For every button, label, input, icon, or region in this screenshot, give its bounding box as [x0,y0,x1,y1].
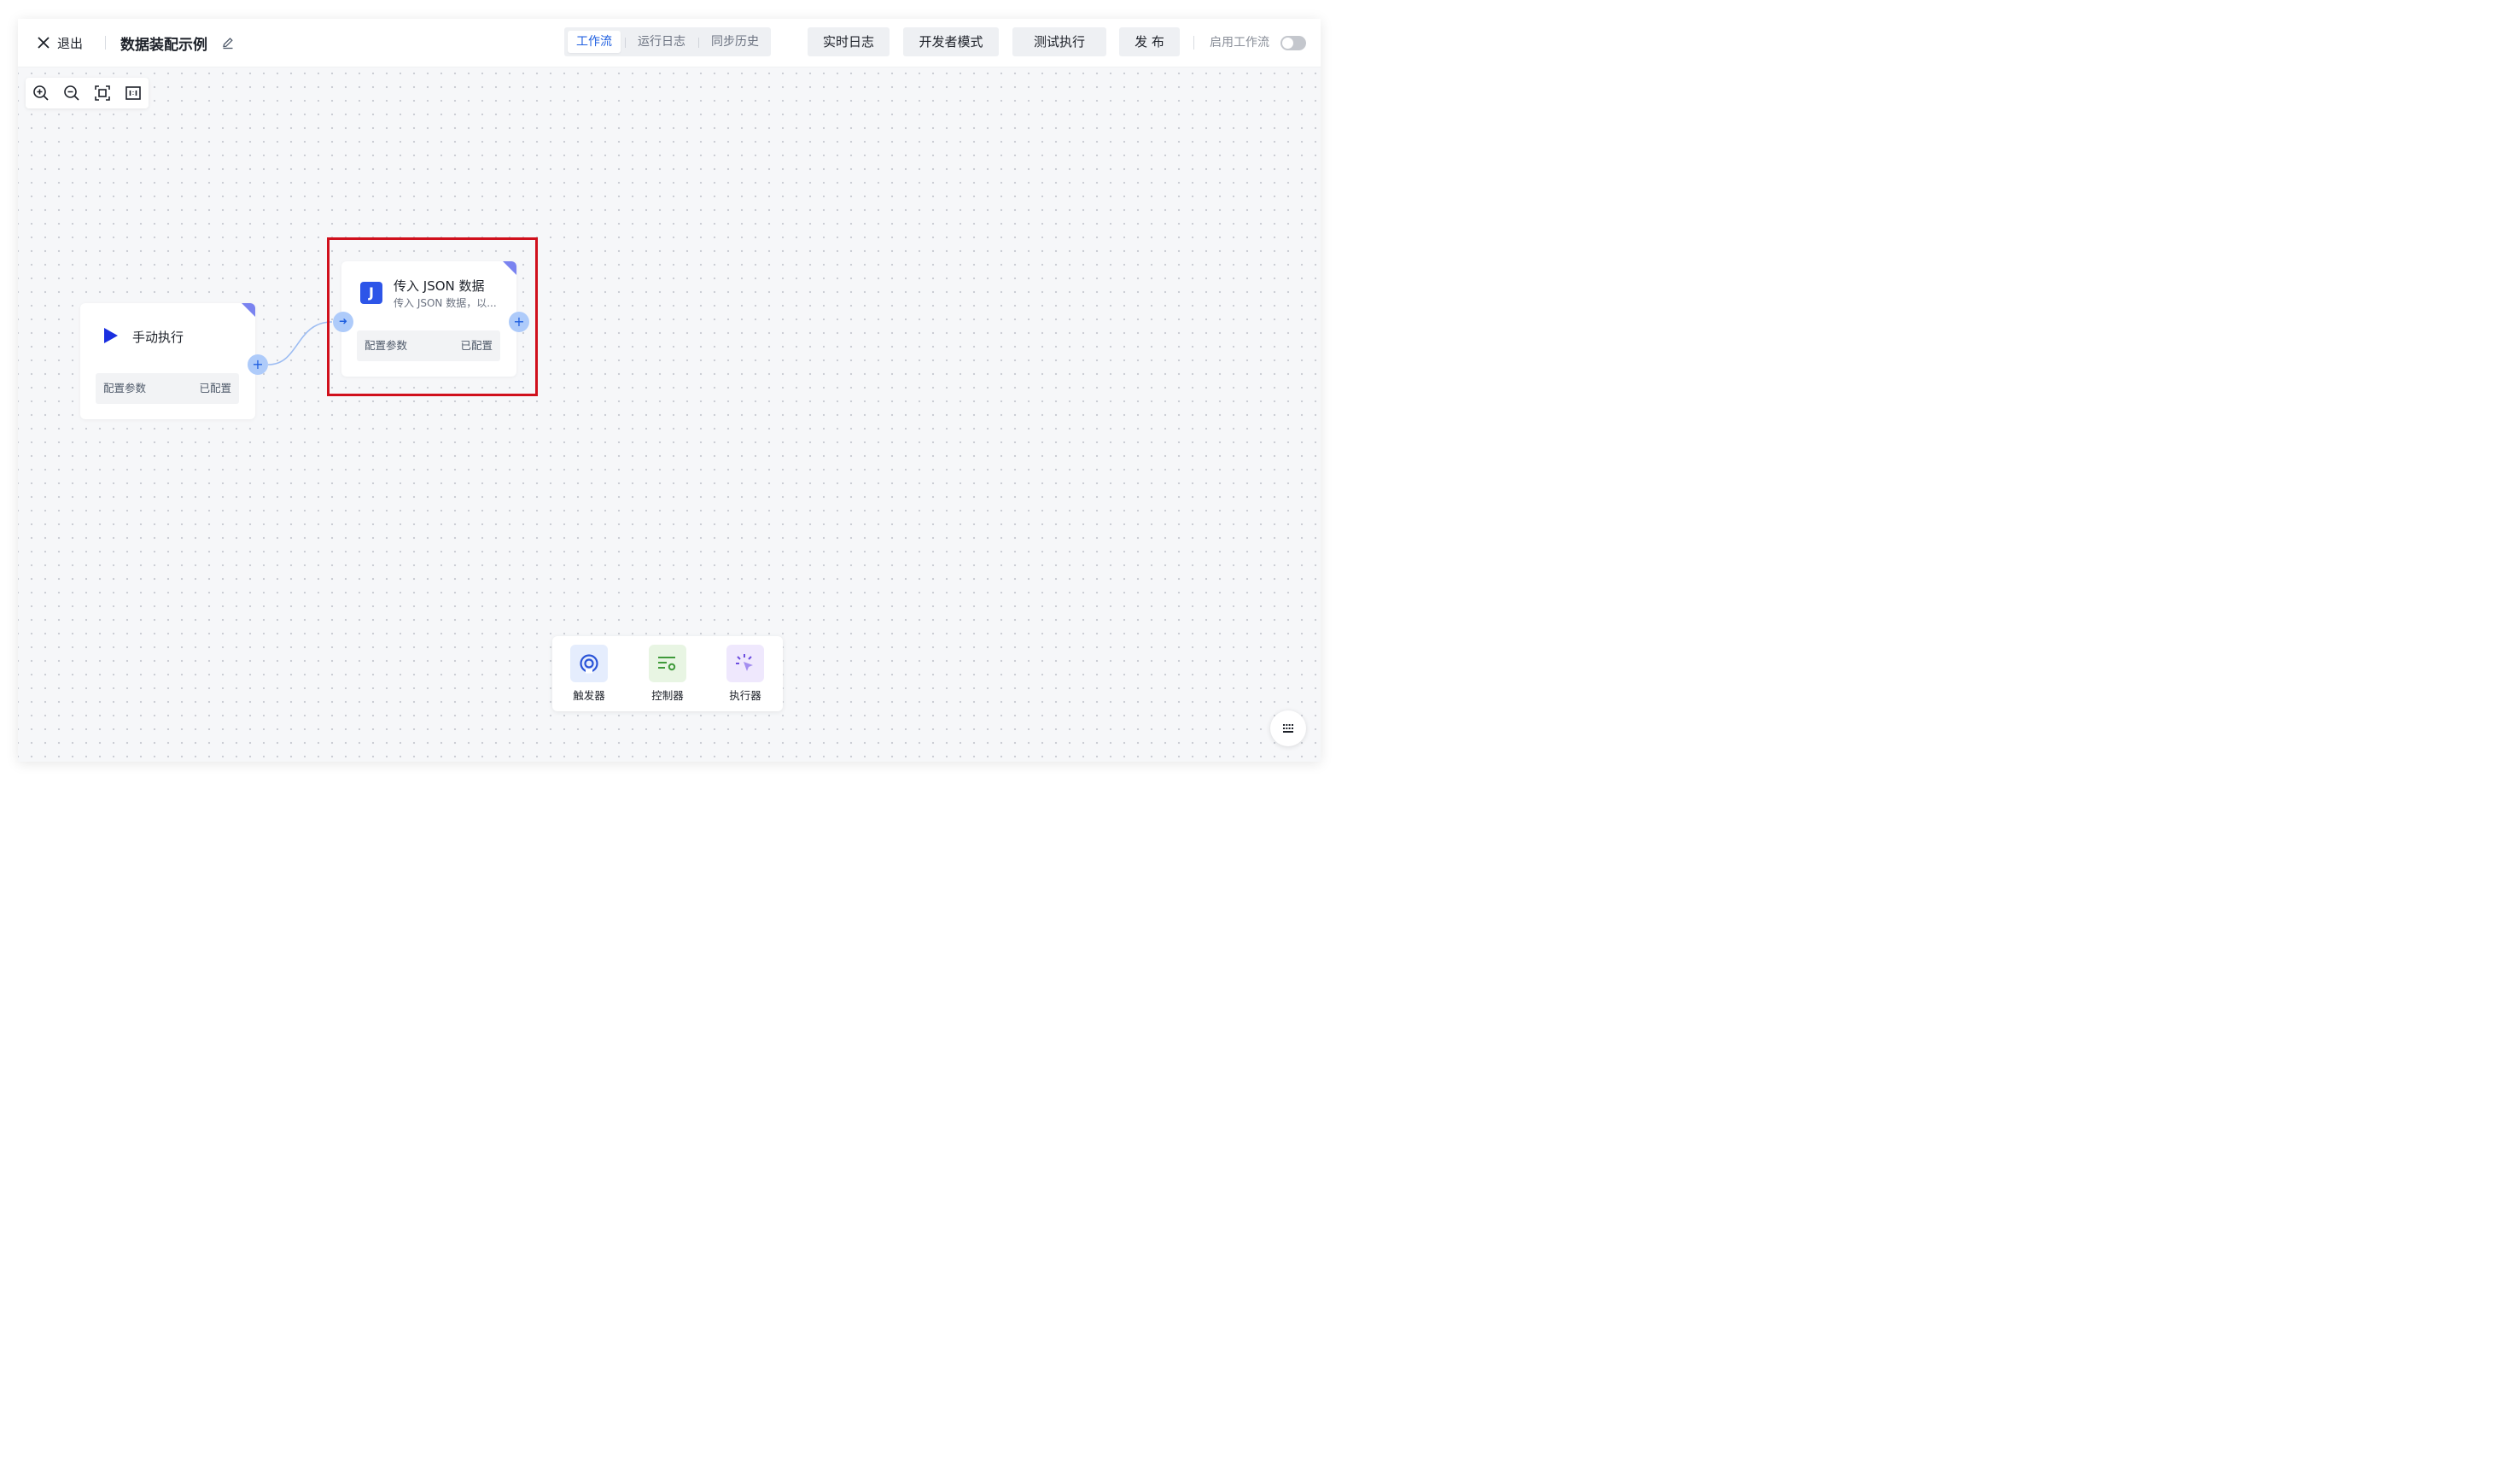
executor-icon [726,645,764,682]
config-params-label: 配置参数 [103,382,147,395]
connection-edge[interactable] [267,321,333,365]
selection-highlight [327,237,538,396]
play-icon [104,328,118,343]
workflow-editor: 退出 数据装配示例 工作流 运行日志 同步历史 实时日志 开发者模式 测试执行 … [18,19,1321,762]
palette-item-trigger[interactable]: 触发器 [563,645,615,703]
minimap-toggle-button[interactable] [1270,710,1306,746]
node-corner-marker [242,303,255,317]
controller-icon [649,645,686,682]
config-params-row[interactable]: 配置参数 已配置 [96,373,239,404]
add-next-node-button[interactable]: + [248,354,268,375]
palette-item-controller[interactable]: 控制器 [642,645,693,703]
palette-item-executor[interactable]: 执行器 [720,645,771,703]
palette-label: 触发器 [573,689,605,702]
palette-label: 执行器 [729,689,761,702]
grid-icon [1283,724,1293,733]
trigger-icon [570,645,608,682]
palette-label: 控制器 [651,689,684,702]
node-title: 手动执行 [132,330,184,345]
node-palette: 触发器 控制器 执行器 [552,636,783,711]
config-status: 已配置 [199,382,231,395]
manual-trigger-node[interactable]: 手动执行 配置参数 已配置 [80,303,255,419]
